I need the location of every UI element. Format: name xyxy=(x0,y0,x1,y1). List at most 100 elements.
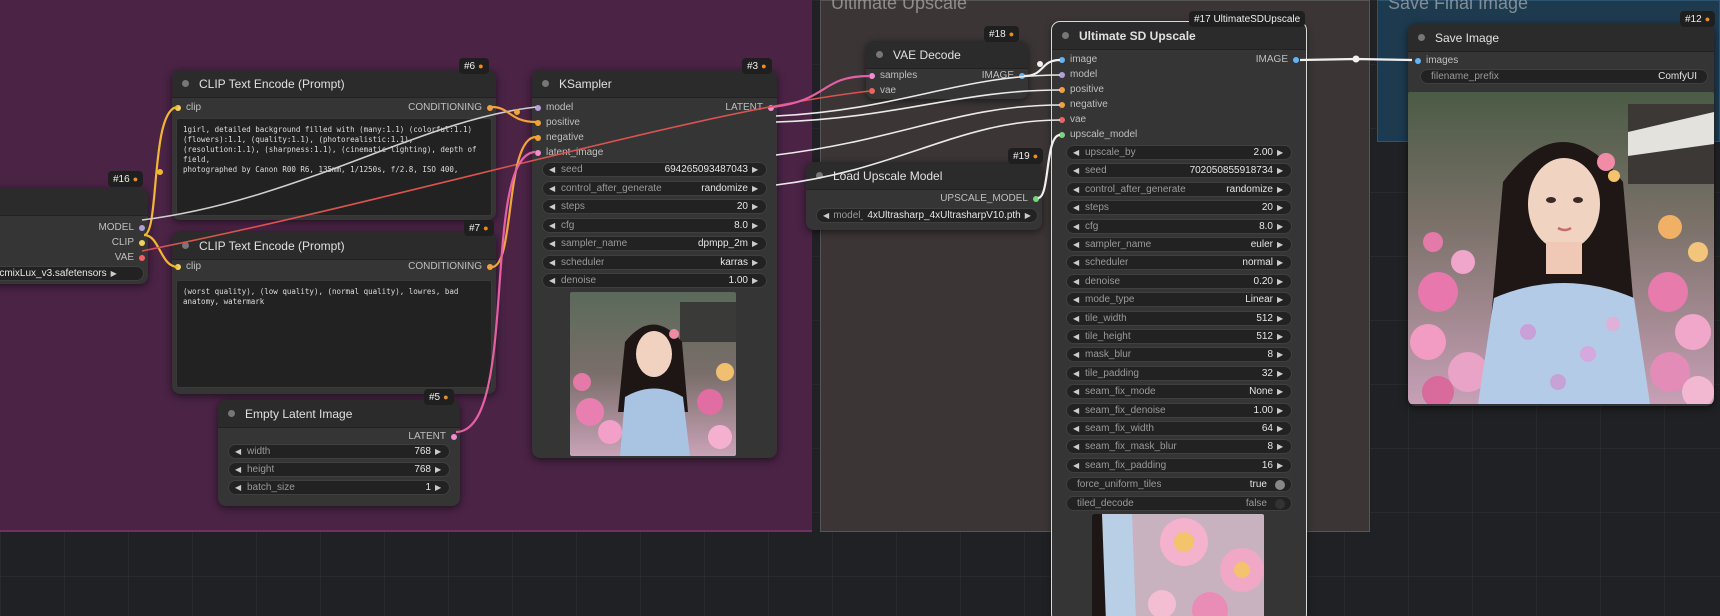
arrow-right-icon[interactable]: ▶ xyxy=(1277,406,1285,415)
collapse-dot-icon[interactable] xyxy=(876,51,883,58)
usd-widget-0[interactable]: ◀ upscale_by 2.00 ▶ xyxy=(1066,145,1292,160)
arrow-left-icon[interactable]: ◀ xyxy=(1073,148,1081,157)
save-image-node[interactable]: Save Image images filename_prefix ComfyU… xyxy=(1408,24,1714,406)
usd-input-upscale-model[interactable]: upscale_model xyxy=(1056,128,1137,142)
arrow-left-icon[interactable]: ◀ xyxy=(235,465,243,474)
ckpt-name-widget[interactable]: majicmixLux_v3.safetensors ▶ xyxy=(0,266,144,281)
collapse-dot-icon[interactable] xyxy=(182,242,189,249)
ksampler-widget-5[interactable]: ◀ scheduler karras ▶ xyxy=(542,254,767,270)
usd-widget-16[interactable]: ◀ seam_fix_mask_blur 8 ▶ xyxy=(1066,439,1292,455)
toggle-on-icon[interactable] xyxy=(1275,479,1285,490)
save-image-input-images[interactable]: images xyxy=(1412,54,1458,68)
arrow-right-icon[interactable]: ▶ xyxy=(1277,203,1285,212)
arrow-left-icon[interactable]: ◀ xyxy=(549,239,557,248)
arrow-right-icon[interactable]: ▶ xyxy=(435,465,443,474)
collapse-dot-icon[interactable] xyxy=(1062,32,1069,39)
checkpoint-output-clip[interactable]: CLIP xyxy=(112,236,148,250)
load-upscale-model-node[interactable]: Load Upscale Model UPSCALE_MODEL ◀ model… xyxy=(806,162,1042,230)
arrow-left-icon[interactable]: ◀ xyxy=(1073,295,1081,304)
usd-widget-15[interactable]: ◀ seam_fix_width 64 ▶ xyxy=(1066,421,1292,436)
arrow-left-icon[interactable]: ◀ xyxy=(235,447,243,456)
arrow-left-icon[interactable]: ◀ xyxy=(1073,258,1081,267)
usd-widget-3[interactable]: ◀ steps 20 ▶ xyxy=(1066,200,1292,216)
usd-input-image[interactable]: image xyxy=(1056,53,1097,67)
ksampler-widget-3[interactable]: ◀ cfg 8.0 ▶ xyxy=(542,217,767,233)
ksampler-input-positive[interactable]: positive xyxy=(532,116,580,130)
positive-prompt-textarea[interactable]: 1girl, detailed background filled with (… xyxy=(176,118,492,216)
usd-widget-1[interactable]: ◀ seed 702050855918734 ▶ xyxy=(1066,163,1292,179)
arrow-right-icon[interactable]: ▶ xyxy=(1277,258,1285,267)
ksampler-widget-0[interactable]: ◀ seed 694265093487043 ▶ xyxy=(542,162,767,177)
usd-input-model[interactable]: model xyxy=(1056,68,1097,82)
vae-decode-header[interactable]: VAE Decode xyxy=(866,41,1028,69)
ksampler-widget-6[interactable]: ◀ denoise 1.00 ▶ xyxy=(542,273,767,288)
usd-input-positive[interactable]: positive xyxy=(1056,83,1104,97)
usd-widget-10[interactable]: ◀ tile_height 512 ▶ xyxy=(1066,329,1292,344)
arrow-right-icon[interactable]: ▶ xyxy=(752,165,760,174)
vae-decode-output-image[interactable]: IMAGE xyxy=(982,69,1028,83)
batch-size-widget[interactable]: ◀ batch_size 1 ▶ xyxy=(228,480,450,495)
ksampler-widget-1[interactable]: ◀ control_after_generate randomize ▶ xyxy=(542,180,767,196)
arrow-right-icon[interactable]: ▶ xyxy=(1277,148,1285,157)
arrow-left-icon[interactable]: ◀ xyxy=(235,483,243,492)
arrow-left-icon[interactable]: ◀ xyxy=(1073,387,1081,396)
arrow-left-icon[interactable]: ◀ xyxy=(1073,203,1081,212)
arrow-right-icon[interactable]: ▶ xyxy=(435,483,443,492)
arrow-left-icon[interactable]: ◀ xyxy=(549,165,557,174)
ksampler-header[interactable]: KSampler xyxy=(532,70,777,98)
vae-decode-node[interactable]: VAE Decode samples vae IMAGE xyxy=(866,41,1028,99)
arrow-left-icon[interactable]: ◀ xyxy=(1073,461,1081,470)
checkpoint-loader-header[interactable]: int xyxy=(0,188,148,216)
clip-negative-output-conditioning[interactable]: CONDITIONING xyxy=(408,260,496,274)
force-uniform-tiles-toggle[interactable]: force_uniform_tiles true xyxy=(1066,477,1292,492)
ksampler-input-model[interactable]: model xyxy=(532,101,573,115)
arrow-right-icon[interactable]: ▶ xyxy=(1277,240,1285,249)
ksampler-node[interactable]: KSampler model positive negative latent_… xyxy=(532,70,777,458)
usd-widget-17[interactable]: ◀ seam_fix_padding 16 ▶ xyxy=(1066,457,1292,473)
arrow-left-icon[interactable]: ◀ xyxy=(1073,277,1081,286)
clip-positive-header[interactable]: CLIP Text Encode (Prompt) xyxy=(172,70,496,98)
usd-widget-2[interactable]: ◀ control_after_generate randomize ▶ xyxy=(1066,181,1292,197)
clip-text-encode-positive-node[interactable]: CLIP Text Encode (Prompt) clip CONDITION… xyxy=(172,70,496,220)
checkpoint-output-model[interactable]: MODEL xyxy=(98,221,148,235)
upscale-model-name-widget[interactable]: ◀ model_n 4xUltrasharp_4xUltrasharpV10.p… xyxy=(816,208,1038,223)
arrow-right-icon[interactable]: ▶ xyxy=(752,184,760,193)
usd-input-negative[interactable]: negative xyxy=(1056,98,1108,112)
usd-widget-6[interactable]: ◀ scheduler normal ▶ xyxy=(1066,255,1292,271)
arrow-left-icon[interactable]: ◀ xyxy=(1073,332,1081,341)
arrow-left-icon[interactable]: ◀ xyxy=(1073,406,1081,415)
arrow-left-icon[interactable]: ◀ xyxy=(549,258,557,267)
arrow-left-icon[interactable]: ◀ xyxy=(1073,442,1081,451)
toggle-off-icon[interactable] xyxy=(1275,498,1285,509)
arrow-left-icon[interactable]: ◀ xyxy=(1073,369,1081,378)
arrow-right-icon[interactable]: ▶ xyxy=(1277,461,1285,470)
arrow-right-icon[interactable]: ▶ xyxy=(752,221,760,230)
usd-widget-8[interactable]: ◀ mode_type Linear ▶ xyxy=(1066,292,1292,308)
collapse-dot-icon[interactable] xyxy=(228,410,235,417)
arrow-right-icon[interactable]: ▶ xyxy=(1277,166,1285,175)
vae-decode-input-samples[interactable]: samples xyxy=(866,69,917,83)
usd-input-vae[interactable]: vae xyxy=(1056,113,1086,127)
arrow-left-icon[interactable]: ◀ xyxy=(549,184,557,193)
usd-output-image[interactable]: IMAGE xyxy=(1256,53,1302,67)
arrow-left-icon[interactable]: ◀ xyxy=(549,276,557,285)
arrow-right-icon[interactable]: ▶ xyxy=(752,258,760,267)
arrow-left-icon[interactable]: ◀ xyxy=(1073,314,1081,323)
arrow-left-icon[interactable]: ◀ xyxy=(549,202,557,211)
ultimate-sd-upscale-node[interactable]: Ultimate SD Upscale image model positive… xyxy=(1051,21,1307,616)
usd-widget-14[interactable]: ◀ seam_fix_denoise 1.00 ▶ xyxy=(1066,402,1292,418)
collapse-dot-icon[interactable] xyxy=(182,80,189,87)
arrow-left-icon[interactable]: ◀ xyxy=(1073,222,1081,231)
ksampler-widget-4[interactable]: ◀ sampler_name dpmpp_2m ▶ xyxy=(542,236,767,251)
checkpoint-loader-node[interactable]: int MODEL CLIP VAE majicmixLux_v3.safete… xyxy=(0,188,148,284)
ksampler-input-latent-image[interactable]: latent_image xyxy=(532,146,603,160)
arrow-left-icon[interactable]: ◀ xyxy=(823,211,829,220)
load-upscale-header[interactable]: Load Upscale Model xyxy=(806,162,1042,190)
empty-latent-image-node[interactable]: Empty Latent Image LATENT ◀ width 768 ▶ … xyxy=(218,400,460,506)
arrow-right-icon[interactable]: ▶ xyxy=(1277,332,1285,341)
collapse-dot-icon[interactable] xyxy=(542,80,549,87)
arrow-right-icon[interactable]: ▶ xyxy=(1025,211,1031,220)
usd-widget-9[interactable]: ◀ tile_width 512 ▶ xyxy=(1066,310,1292,326)
collapse-dot-icon[interactable] xyxy=(816,172,823,179)
arrow-right-icon[interactable]: ▶ xyxy=(435,447,443,456)
